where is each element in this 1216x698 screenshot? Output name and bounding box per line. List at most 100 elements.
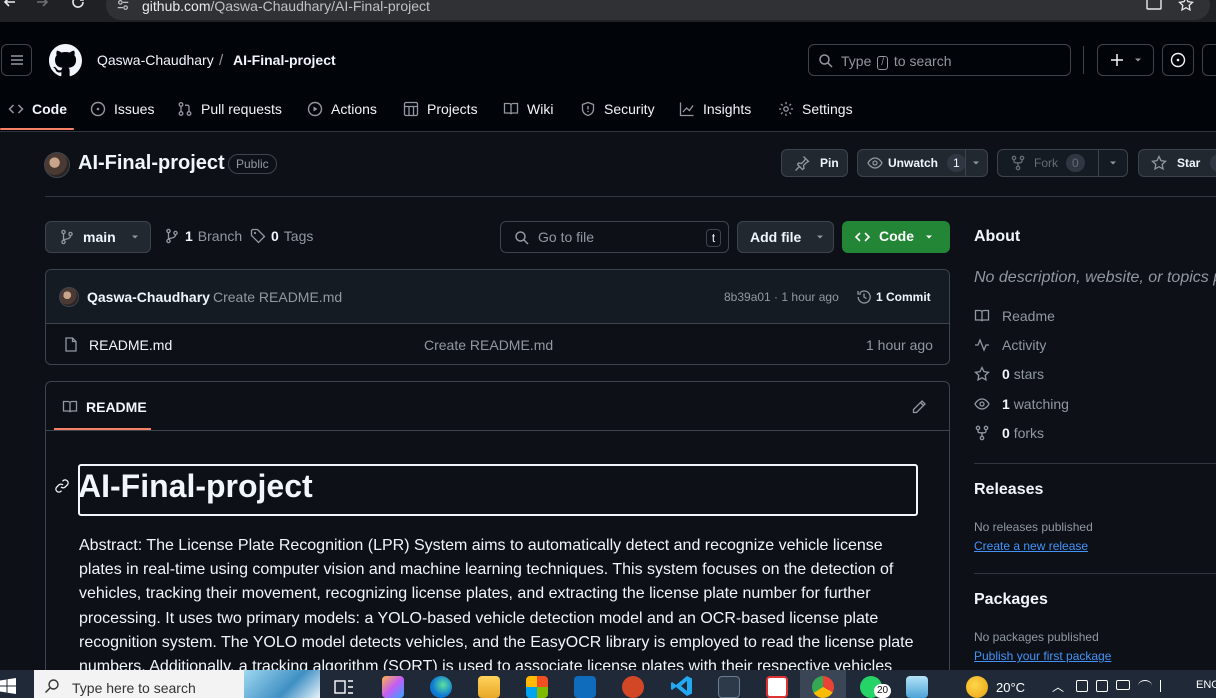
sidebar-item-activity[interactable]: Activity [974, 337, 1046, 353]
sidebar-item-forks[interactable]: 0 forks [974, 425, 1044, 441]
triangle-down-icon[interactable] [971, 158, 981, 168]
mail-icon[interactable] [574, 676, 596, 698]
site-info-icon[interactable] [116, 0, 130, 12]
file-name[interactable]: README.md [89, 337, 172, 353]
tab-insights[interactable]: Insights [679, 98, 751, 120]
repo-title[interactable]: AI-Final-project [78, 152, 225, 175]
bookmark-star-icon[interactable] [1178, 0, 1194, 12]
battery-icon[interactable] [1116, 680, 1130, 690]
latest-commit-row: Qaswa-Chaudhary Create README.md 8b39a01… [46, 270, 949, 324]
branch-icon [166, 228, 178, 244]
edge-icon[interactable] [430, 676, 452, 698]
repo-name-link[interactable]: AI-Final-project [233, 52, 336, 68]
task-view-icon[interactable] [334, 678, 354, 696]
table-row[interactable]: README.md Create README.md 1 hour ago [46, 325, 949, 364]
table-icon [403, 101, 419, 117]
tab-settings[interactable]: Settings [778, 98, 853, 120]
star-button[interactable]: Star 0 [1138, 149, 1216, 177]
tab-wiki[interactable]: Wiki [503, 98, 553, 120]
commit-message[interactable]: Create README.md [213, 289, 342, 305]
create-release-link[interactable]: Create a new release [974, 539, 1088, 553]
commit-author[interactable]: Qaswa-Chaudhary [87, 289, 210, 305]
browser-toolbar: github.com/Qaswa-Chaudhary/AI-Final-proj… [0, 0, 1216, 22]
create-new-button[interactable] [1097, 44, 1154, 76]
readme-header: README [46, 382, 949, 431]
anchor-link-icon[interactable] [54, 478, 70, 494]
temperature[interactable]: 20°C [996, 680, 1025, 695]
commits-link[interactable]: 1 Commit [856, 289, 931, 305]
file-explorer-icon[interactable] [478, 676, 500, 698]
taskbar-search[interactable]: Type here to search [34, 670, 320, 698]
tab-code[interactable]: Code [8, 98, 67, 120]
tab-label: Code [32, 101, 67, 117]
cast-icon[interactable] [1146, 0, 1162, 12]
code-label: Code [879, 228, 914, 244]
file-commit-message[interactable]: Create README.md [424, 337, 553, 353]
tray-app-icon[interactable] [1076, 680, 1088, 692]
sidebar-item-readme[interactable]: Readme [974, 308, 1055, 324]
sidebar-item-stars[interactable]: 0 stars [974, 366, 1044, 382]
star-count: 0 [1210, 154, 1216, 172]
readme-tab[interactable]: README [62, 399, 147, 415]
pin-icon [795, 156, 810, 171]
windows-start-icon[interactable] [0, 678, 16, 694]
weather-icon[interactable] [966, 676, 988, 698]
file-icon [65, 337, 77, 352]
owner-avatar[interactable] [44, 152, 70, 178]
search-input[interactable]: Type / to search [808, 44, 1071, 76]
language-indicator[interactable]: ENG [1196, 679, 1216, 691]
fork-button[interactable]: Fork 0 [997, 149, 1128, 177]
owner-link[interactable]: Qaswa-Chaudhary [97, 52, 214, 68]
forward-icon[interactable] [34, 0, 50, 10]
tab-issues[interactable]: Issues [90, 98, 154, 120]
triangle-down-icon[interactable] [1108, 158, 1118, 168]
volume-icon[interactable] [1160, 680, 1172, 692]
app-icon[interactable] [766, 676, 788, 698]
tab-actions[interactable]: Actions [307, 98, 377, 120]
pencil-icon[interactable] [911, 399, 927, 415]
tab-label: Security [604, 101, 655, 117]
address-bar[interactable]: github.com/Qaswa-Chaudhary/AI-Final-proj… [106, 0, 1210, 20]
author-avatar[interactable] [59, 287, 79, 307]
vscode-icon[interactable] [670, 674, 694, 698]
github-logo-icon[interactable] [49, 44, 82, 77]
reload-icon[interactable] [70, 0, 86, 10]
book-icon [503, 102, 519, 115]
unwatch-button[interactable]: Unwatch 1 [857, 149, 988, 177]
chevron-up-icon[interactable]: ︿ [1052, 678, 1064, 695]
pin-button[interactable]: Pin [781, 149, 848, 177]
wifi-icon[interactable] [1138, 680, 1152, 692]
pin-label: Pin [820, 156, 839, 170]
code-button[interactable]: Code [842, 221, 950, 253]
readme-heading: AI-Final-project [78, 468, 313, 504]
powerpoint-icon[interactable] [622, 676, 644, 698]
about-title: About [974, 228, 1021, 245]
releases-title[interactable]: Releases [974, 481, 1043, 499]
app-icon[interactable] [906, 676, 928, 698]
add-file-button[interactable]: Add file [737, 221, 834, 253]
visibility-badge: Public [228, 154, 277, 174]
button-divider [965, 150, 966, 176]
branch-selector[interactable]: main [45, 221, 151, 253]
tab-projects[interactable]: Projects [403, 98, 478, 120]
menu-button[interactable] [1, 44, 32, 76]
terminal-icon[interactable] [718, 676, 740, 698]
sidebar-item-watching[interactable]: 1 watching [974, 396, 1069, 412]
tray-app-icon[interactable] [1096, 680, 1108, 692]
tab-security[interactable]: Security [580, 98, 655, 120]
copilot-icon[interactable] [382, 676, 404, 698]
back-icon[interactable] [2, 0, 18, 10]
go-to-file-input[interactable]: Go to file t [500, 221, 729, 253]
packages-title[interactable]: Packages [974, 591, 1048, 609]
publish-package-link[interactable]: Publish your first package [974, 649, 1111, 663]
branches-link[interactable]: 1 Branch [164, 228, 242, 244]
url-text: github.com/Qaswa-Chaudhary/AI-Final-proj… [142, 0, 430, 14]
stars-count: 0 [1002, 366, 1010, 382]
tab-pull-requests[interactable]: Pull requests [177, 98, 282, 120]
tags-link[interactable]: 0 Tags [250, 228, 313, 244]
commit-sha-time[interactable]: 8b39a01 · 1 hour ago [724, 290, 839, 304]
store-icon[interactable] [526, 676, 548, 698]
chrome-icon[interactable] [812, 676, 834, 698]
issues-button[interactable] [1162, 44, 1194, 76]
pull-requests-button[interactable] [1202, 44, 1216, 76]
